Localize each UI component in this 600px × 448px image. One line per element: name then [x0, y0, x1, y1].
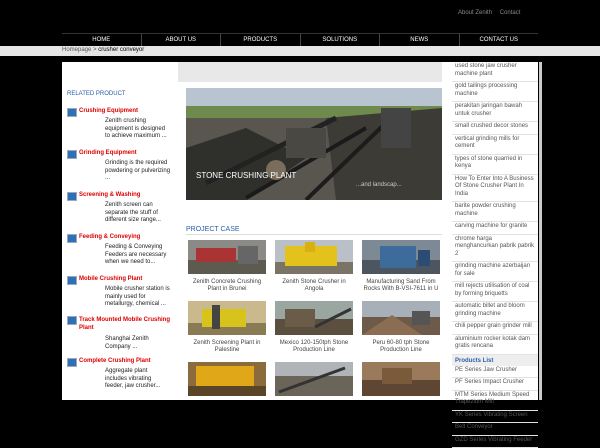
nav-products[interactable]: PRODUCTS — [221, 34, 301, 46]
sidebar-link[interactable]: perakitan jaringan bawah untuk crusher — [452, 102, 538, 122]
case-item[interactable]: Zenith Concrete Crushing Plant in Brunei — [188, 240, 266, 293]
related-item-desc: Aggregate plant includes vibrating feede… — [105, 368, 171, 391]
sidebar-link[interactable]: chili pepper grain grinder mill — [452, 322, 538, 335]
product-link[interactable]: PF Series Impact Crusher — [452, 378, 538, 391]
case-item[interactable] — [275, 362, 353, 401]
sidebar-link[interactable]: small crushed decor stones — [452, 122, 538, 135]
sidebar-link[interactable]: chrome harga menghancurkan pabrik pabrik… — [452, 235, 538, 263]
sidebar-link[interactable]: How To Enter Into A Business Of Stone Cr… — [452, 175, 538, 203]
case-caption[interactable]: Manufacturing Sand From Rocks With B-VSI… — [362, 279, 440, 293]
sidebar-link[interactable]: vertical grinding mills for cement — [452, 135, 538, 155]
sidebar-link[interactable]: aluminium rocker kotak dam gratis rencan… — [452, 335, 538, 355]
related-item-title[interactable]: Grinding Equipment — [79, 150, 137, 156]
related-item-title[interactable]: Track Mounted Mobile Crushing Plant — [79, 316, 171, 332]
nav-home[interactable]: HOME — [62, 34, 142, 46]
sidebar-link[interactable]: gold tailings processing machine — [452, 82, 538, 102]
case-caption[interactable]: Peru 60-80 tph Stone Production Line — [362, 340, 440, 354]
case-caption[interactable]: Mexico 120-150tph Stone Production Line — [275, 340, 353, 354]
case-image[interactable] — [275, 362, 353, 396]
hero-image — [186, 88, 442, 200]
hero-caption: STONE CRUSHING PLANT — [196, 171, 296, 180]
related-item-desc: Zenith crushing equipment is designed to… — [105, 118, 171, 141]
product-icon — [67, 316, 77, 325]
breadcrumb-sep: > — [93, 47, 97, 53]
breadcrumb-home[interactable]: Homepage — [62, 47, 91, 53]
related-products: RELATED PRODUCT Crushing Equipment Zenit… — [62, 62, 174, 400]
related-item-title[interactable]: Crushing Equipment — [79, 108, 138, 114]
case-image[interactable] — [188, 301, 266, 335]
breadcrumb-bar: Homepage > crusher conveyor — [0, 46, 600, 56]
nav-contact[interactable]: CONTACT US — [460, 34, 539, 46]
sidebar-link[interactable]: mill rejects utilisation of coal by form… — [452, 282, 538, 302]
related-item-desc: Shanghai Zenith Company ... — [105, 336, 171, 351]
case-image[interactable] — [362, 240, 440, 274]
case-image[interactable] — [188, 240, 266, 274]
related-item-title[interactable]: Screening & Washing — [79, 192, 140, 198]
case-caption[interactable]: Zenith Stone Crusher in Angola — [275, 279, 353, 293]
sidebar-link[interactable]: automatic billet and bloom grinding mach… — [452, 302, 538, 322]
product-link[interactable]: GZD Series Vibrating Feeder — [452, 436, 538, 448]
sidebar-link[interactable]: grinding machine azerbaijan for sale — [452, 262, 538, 282]
related-item-title[interactable]: Mobile Crushing Plant — [79, 276, 142, 282]
related-item-title[interactable]: Feeding & Conveying — [79, 234, 140, 240]
case-item[interactable] — [188, 362, 266, 401]
contact-link[interactable]: Contact — [500, 10, 521, 16]
sidebar-link[interactable]: barite powder crushing machine — [452, 202, 538, 222]
product-icon — [67, 192, 77, 201]
breadcrumb-current: crusher conveyor — [98, 47, 144, 53]
case-caption[interactable]: Zenith Screening Plant in Palestine — [188, 340, 266, 354]
case-image[interactable] — [275, 240, 353, 274]
project-case-title: PROJECT CASE — [186, 226, 240, 233]
related-item-desc: Grinding is the required powdering or pu… — [105, 160, 171, 183]
main-nav: HOME ABOUT US PRODUCTS SOLUTIONS NEWS CO… — [62, 33, 538, 46]
product-link[interactable]: PE Series Jaw Crusher — [452, 366, 538, 379]
products-list-title: Products List — [452, 355, 538, 366]
right-sidebar: used stone jaw crusher machine plant gol… — [452, 62, 538, 400]
sidebar-link[interactable]: carving machine for granite — [452, 222, 538, 235]
nav-about[interactable]: ABOUT US — [142, 34, 222, 46]
case-image[interactable] — [275, 301, 353, 335]
hero-banner[interactable]: STONE CRUSHING PLANT ...and landscap... — [186, 88, 442, 200]
case-item[interactable]: Manufacturing Sand From Rocks With B-VSI… — [362, 240, 440, 293]
related-item-title[interactable]: Complete Crushing Plant — [79, 358, 151, 364]
case-image[interactable] — [188, 362, 266, 396]
case-image[interactable] — [362, 362, 440, 396]
product-link[interactable]: MTM Series Medium Speed Trapezium Mill — [452, 391, 538, 411]
related-item-desc: Feeding & Conveying Feeders are necessar… — [105, 244, 171, 267]
product-icon — [67, 276, 77, 285]
product-link[interactable]: Belt Conveyor — [452, 423, 538, 436]
sidebar-link[interactable]: types of stone quarried in kenya — [452, 155, 538, 175]
nav-solutions[interactable]: SOLUTIONS — [301, 34, 381, 46]
product-icon — [67, 150, 77, 159]
related-title: RELATED PRODUCT — [67, 91, 126, 97]
product-link[interactable]: YK Series Vibrating Screen — [452, 411, 538, 424]
scrollbar[interactable] — [539, 62, 542, 400]
product-icon — [67, 234, 77, 243]
case-caption[interactable]: Zenith Concrete Crushing Plant in Brunei — [188, 279, 266, 293]
case-item[interactable]: Zenith Stone Crusher in Angola — [275, 240, 353, 293]
sidebar-link[interactable]: used stone jaw crusher machine plant — [452, 62, 538, 82]
product-icon — [67, 108, 77, 117]
case-item[interactable]: Mexico 120-150tph Stone Production Line — [275, 301, 353, 354]
nav-news[interactable]: NEWS — [380, 34, 460, 46]
case-item[interactable]: Zenith Screening Plant in Palestine — [188, 301, 266, 354]
content-header-bar — [178, 62, 442, 82]
related-item-desc: Mobile crusher station is mainly used fo… — [105, 286, 171, 309]
divider — [186, 234, 442, 235]
related-item-desc: Zenith screen can separate the stuff of … — [105, 202, 171, 225]
hero-subcaption: ...and landscap... — [356, 182, 402, 188]
case-image[interactable] — [362, 301, 440, 335]
product-icon — [67, 358, 77, 367]
top-links: About Zenith Contact — [458, 10, 526, 16]
case-item[interactable] — [362, 362, 440, 401]
about-link[interactable]: About Zenith — [458, 10, 492, 16]
breadcrumb: Homepage > crusher conveyor — [62, 47, 144, 53]
case-item[interactable]: Peru 60-80 tph Stone Production Line — [362, 301, 440, 354]
